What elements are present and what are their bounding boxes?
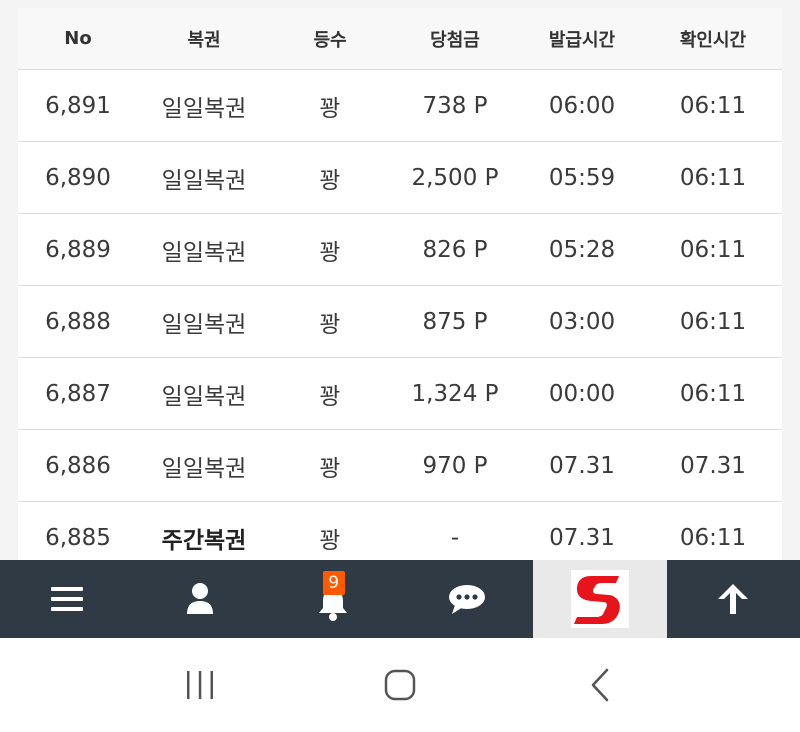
cell-rank: 꽝 xyxy=(319,527,341,554)
header-prize: 당첨금 xyxy=(430,29,480,51)
cell-name: 일일복권 xyxy=(161,167,247,194)
cell-prize: 738 P xyxy=(422,92,488,119)
table-row: 6,886 일일복권 꽝 970 P 07.31 07.31 xyxy=(18,430,782,502)
site-logo-button[interactable] xyxy=(533,560,667,638)
cell-checked: 06:11 xyxy=(679,236,747,263)
cell-prize: - xyxy=(450,524,460,551)
header-name: 복권 xyxy=(187,29,221,51)
recent-apps-icon xyxy=(187,671,213,699)
cell-prize: 2,500 P xyxy=(411,164,499,191)
cell-name: 일일복권 xyxy=(161,383,247,410)
cell-name: 일일복권 xyxy=(161,239,247,266)
cell-prize: 875 P xyxy=(422,308,488,335)
user-icon xyxy=(186,583,213,614)
cell-rank: 꽝 xyxy=(319,95,341,122)
home-button[interactable] xyxy=(370,655,430,715)
chat-icon xyxy=(448,585,485,614)
cell-checked: 06:11 xyxy=(679,524,747,551)
menu-button[interactable] xyxy=(0,560,133,638)
home-icon xyxy=(384,669,416,701)
cell-rank: 꽝 xyxy=(319,311,341,338)
cell-rank: 꽝 xyxy=(319,239,341,266)
table-row: 6,885 주간복권 꽝 - 07.31 06:11 xyxy=(18,502,782,560)
cell-name: 주간복권 xyxy=(161,527,247,554)
header-checked: 확인시간 xyxy=(679,29,747,51)
table-row: 6,890 일일복권 꽝 2,500 P 05:59 06:11 xyxy=(18,142,782,214)
notification-badge: 9 xyxy=(322,571,345,595)
cell-issued: 07.31 xyxy=(549,524,615,551)
table-row: 6,887 일일복권 꽝 1,324 P 00:00 06:11 xyxy=(18,358,782,430)
cell-rank: 꽝 xyxy=(319,383,341,410)
table-row: 6,888 일일복권 꽝 875 P 03:00 06:11 xyxy=(18,286,782,358)
table-row: 6,889 일일복권 꽝 826 P 05:28 06:11 xyxy=(18,214,782,286)
cell-no: 6,889 xyxy=(45,236,111,263)
cell-prize: 1,324 P xyxy=(411,380,499,407)
cell-prize: 970 P xyxy=(422,452,488,479)
scroll-top-button[interactable] xyxy=(667,560,800,638)
cell-no: 6,885 xyxy=(45,524,111,551)
cell-prize: 826 P xyxy=(422,236,488,263)
cell-no: 6,886 xyxy=(45,452,111,479)
s-logo xyxy=(570,570,629,628)
back-button[interactable] xyxy=(570,655,630,715)
cell-issued: 00:00 xyxy=(548,380,616,407)
cell-no: 6,890 xyxy=(45,164,111,191)
cell-name: 일일복권 xyxy=(161,455,247,482)
cell-issued: 03:00 xyxy=(548,308,616,335)
cell-issued: 07.31 xyxy=(549,452,615,479)
cell-name: 일일복권 xyxy=(161,311,247,338)
cell-no: 6,891 xyxy=(45,92,111,119)
recent-apps-button[interactable] xyxy=(170,655,230,715)
cell-issued: 05:59 xyxy=(548,164,616,191)
cell-rank: 꽝 xyxy=(319,455,341,482)
cell-issued: 06:00 xyxy=(548,92,616,119)
cell-issued: 05:28 xyxy=(548,236,616,263)
cell-checked: 06:11 xyxy=(679,92,747,119)
cell-checked: 06:11 xyxy=(679,380,747,407)
table-row: 6,891 일일복권 꽝 738 P 06:00 06:11 xyxy=(18,70,782,142)
bottom-nav-bar: 9 xyxy=(0,560,800,638)
header-issued: 발급시간 xyxy=(548,29,616,51)
cell-name: 일일복권 xyxy=(161,95,247,122)
system-navigation-bar xyxy=(0,638,800,732)
lottery-table: No 복권 등수 당첨금 발급시간 확인시간 6,891 일일복권 꽝 738 … xyxy=(18,8,782,560)
arrow-up-icon xyxy=(718,584,749,614)
header-no: No xyxy=(64,28,92,49)
profile-button[interactable] xyxy=(133,560,266,638)
table-header: No 복권 등수 당첨금 발급시간 확인시간 xyxy=(18,8,782,70)
cell-checked: 06:11 xyxy=(679,164,747,191)
back-icon xyxy=(591,668,609,702)
notifications-button[interactable]: 9 xyxy=(267,560,400,638)
chat-button[interactable] xyxy=(400,560,533,638)
cell-checked: 07.31 xyxy=(680,452,746,479)
cell-no: 6,887 xyxy=(45,380,111,407)
menu-icon xyxy=(50,587,83,611)
cell-rank: 꽝 xyxy=(319,167,341,194)
header-rank: 등수 xyxy=(313,29,347,51)
cell-no: 6,888 xyxy=(45,308,111,335)
cell-checked: 06:11 xyxy=(679,308,747,335)
lottery-history: No 복권 등수 당첨금 발급시간 확인시간 6,891 일일복권 꽝 738 … xyxy=(0,0,800,560)
